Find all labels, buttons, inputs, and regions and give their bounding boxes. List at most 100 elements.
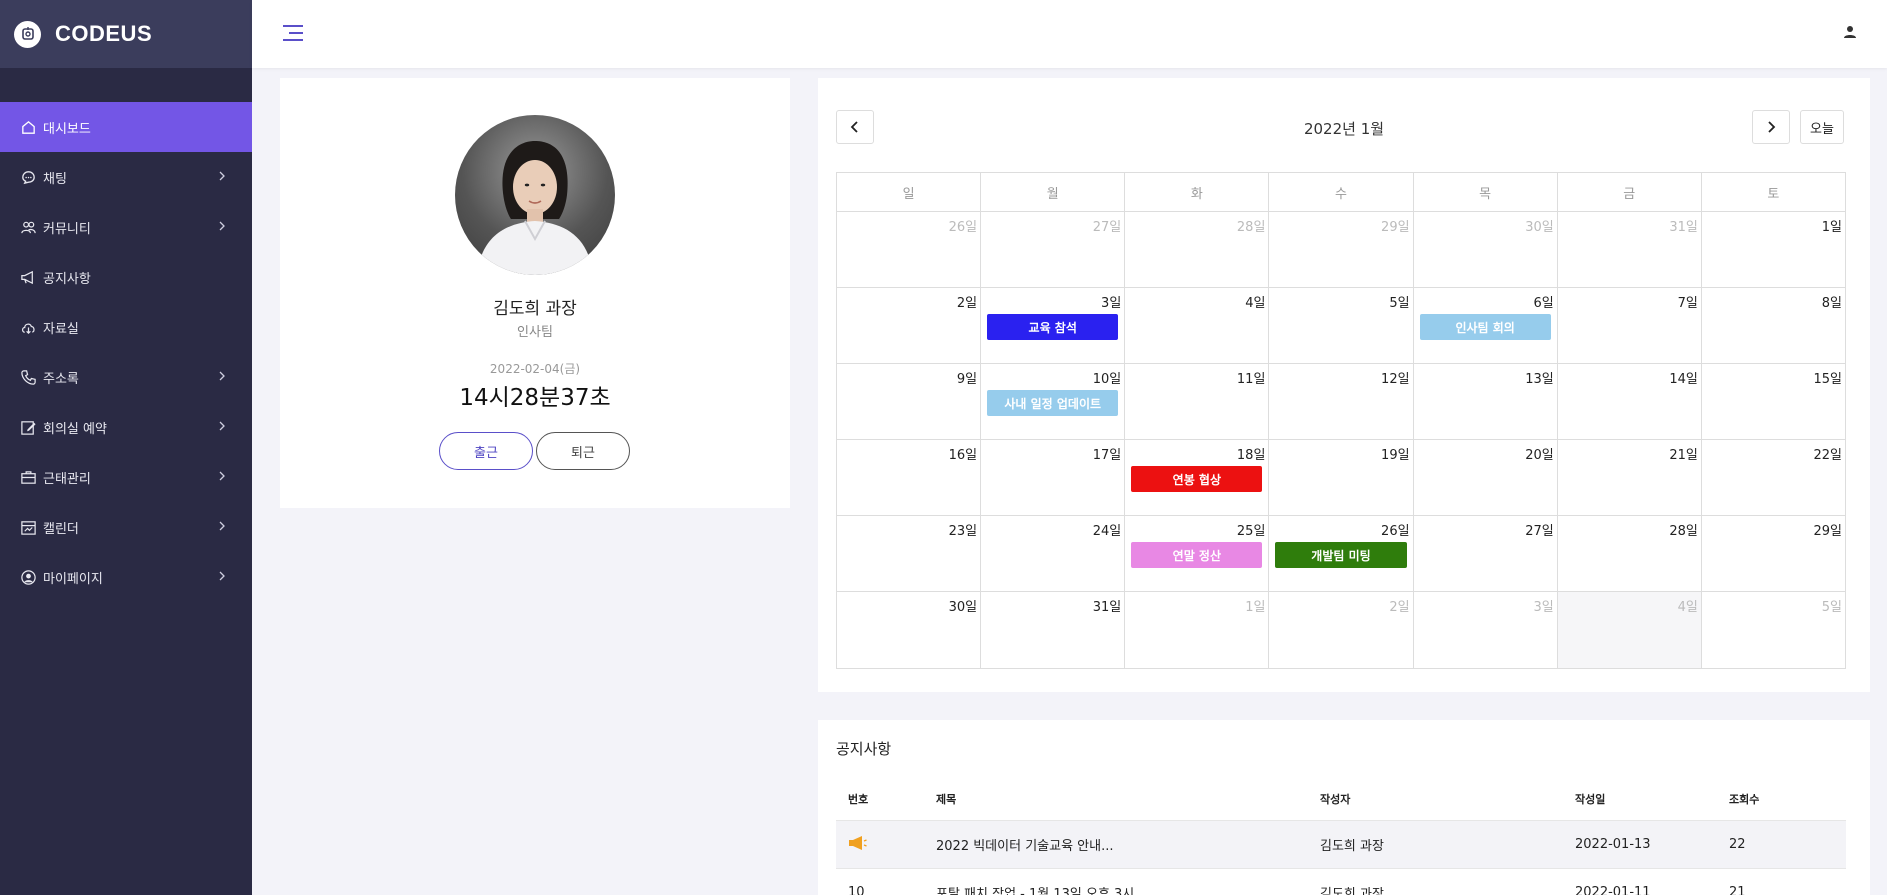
home-icon [19,118,37,136]
calendar-day-cell[interactable]: 30일 [1414,212,1558,287]
calendar-day-cell[interactable]: 28일 [1125,212,1270,287]
day-number: 20일 [1525,448,1554,463]
calendar-day-cell[interactable]: 2일 [837,288,982,363]
brand[interactable]: CODEUS [0,0,252,68]
calendar-day-cell[interactable]: 8일 [1702,288,1845,363]
calendar-day-cell[interactable]: 20일 [1414,440,1558,515]
calendar-event[interactable]: 교육 참석 [987,314,1119,340]
cell-views: 22 [1729,837,1746,852]
sidebar-item-2[interactable]: 커뮤니티 [0,202,252,252]
day-number: 2일 [1389,600,1410,615]
calendar-day-cell[interactable]: 4일 [1125,288,1270,363]
calendar-day-cell[interactable]: 26일 개발팀 미팅 [1269,516,1414,591]
calendar-day-cell[interactable]: 4일 [1557,592,1702,668]
calendar-day-cell[interactable]: 13일 [1414,364,1558,439]
today-button[interactable]: 오늘 [1800,110,1844,144]
profile-clock: 14시28분37초 [459,385,611,411]
calendar-day-cell[interactable]: 7일 [1558,288,1702,363]
calendar-week: 30일 31일 1일 2일 3일 4일 5일 [837,592,1845,668]
calendar-event[interactable]: 연말 정산 [1131,542,1263,568]
day-number: 29일 [1813,524,1842,539]
day-number: 21일 [1669,448,1698,463]
column-header-author: 작성자 [1320,793,1351,806]
calendar-event[interactable]: 인사팀 회의 [1419,314,1551,340]
calendar-day-cell[interactable]: 29일 [1702,516,1845,591]
calendar-day-cell[interactable]: 9일 [837,364,982,439]
day-number: 13일 [1525,372,1554,387]
calendar-day-cell[interactable]: 10일 사내 일정 업데이트 [981,364,1126,439]
calendar-card: 2022년 1월 오늘 일월화수목금 토 26일 27일 28일 29일 30일 31일 1일… [818,78,1870,692]
day-number: 12일 [1381,372,1410,387]
calendar-day-cell[interactable]: 12일 [1269,364,1414,439]
calendar-event[interactable]: 사내 일정 업데이트 [987,390,1119,416]
calendar-day-cell[interactable]: 11일 [1125,364,1270,439]
day-number: 2일 [956,296,978,311]
next-month-button[interactable] [1752,110,1790,144]
calendar-day-cell[interactable]: 15일 [1702,364,1845,439]
cell-title[interactable]: 2022 빅데이터 기술교육 안내... [936,835,1320,854]
calendar-day-cell[interactable]: 25일 연말 정산 [1125,516,1270,591]
sidebar-item-8[interactable]: 캘린더 [0,502,252,552]
sidebar-item-7[interactable]: 근태관리 [0,452,252,502]
calendar-day-cell[interactable]: 16일 [837,440,982,515]
day-number: 16일 [948,448,978,463]
sidebar-item-1[interactable]: 채팅 [0,152,252,202]
calendar-day-cell[interactable]: 18일 연봉 협상 [1125,440,1270,515]
calendar-day-cell[interactable]: 5일 [1702,592,1845,668]
user-icon[interactable] [1843,24,1857,38]
day-number: 28일 [1236,220,1266,235]
calendar-day-cell[interactable]: 1일 [1702,212,1845,287]
calendar-event[interactable]: 개발팀 미팅 [1275,542,1407,568]
calendar-day-cell[interactable]: 2일 [1269,592,1414,668]
weekday-label: 화 [1125,173,1270,211]
sidebar-item-label: 회의실 예약 [43,421,107,437]
calendar-week: 26일 27일 28일 29일 30일 31일 1일 [837,212,1845,288]
calendar-day-cell[interactable]: 3일 교육 참석 [981,288,1126,363]
calendar-day-cell[interactable]: 6일 인사팀 회의 [1414,288,1558,363]
calendar-day-cell[interactable]: 3일 [1414,592,1558,668]
calendar-day-cell[interactable]: 26일 [837,212,982,287]
sidebar-item-0[interactable]: 대시보드 [0,102,252,152]
sidebar-item-6[interactable]: 회의실 예약 [0,402,252,452]
day-number: 28일 [1669,524,1698,539]
calendar-day-cell[interactable]: 28일 [1558,516,1702,591]
chevron-right-icon [218,419,230,433]
calendar-day-cell[interactable]: 1일 [1125,592,1270,668]
hamburger-icon[interactable] [281,22,305,44]
calendar-day-cell[interactable]: 21일 [1558,440,1702,515]
calendar-day-cell[interactable]: 27일 [981,212,1126,287]
sidebar-item-4[interactable]: 자료실 [0,302,252,352]
chevron-right-icon [218,569,230,583]
sidebar-item-9[interactable]: 마이페이지 [0,552,252,602]
calendar-event[interactable]: 연봉 협상 [1131,466,1263,492]
day-number: 30일 [1525,220,1554,235]
day-number: 22일 [1813,448,1842,463]
calendar-day-cell[interactable]: 19일 [1269,440,1414,515]
calendar-day-cell[interactable]: 22일 [1702,440,1845,515]
notice-table-header: 번호 제목 작성자 작성일 조회수 [836,778,1846,820]
calendar-day-cell[interactable]: 24일 [981,516,1126,591]
calendar-day-cell[interactable]: 31일 [981,592,1126,668]
sidebar-item-label: 캘린더 [43,521,79,537]
column-header-no: 번호 [848,793,869,806]
calendar-day-cell[interactable]: 17일 [981,440,1126,515]
calendar-day-cell[interactable]: 29일 [1269,212,1414,287]
weekday-label: 금 [1558,173,1702,211]
calendar-day-cell[interactable]: 14일 [1558,364,1702,439]
notice-table: 번호 제목 작성자 작성일 조회수 2022 빅데이터 기술교육 안내... 김도… [836,778,1846,895]
calendar-day-cell[interactable]: 31일 [1558,212,1702,287]
day-number: 19일 [1381,448,1410,463]
table-row[interactable]: 2022 빅데이터 기술교육 안내... 김도희 과장 2022-01-13 22 [836,820,1846,868]
calendar-day-cell[interactable]: 23일 [837,516,982,591]
check-in-button[interactable]: 출근 [439,432,533,470]
day-number: 1일 [1245,600,1266,615]
table-row[interactable]: 10 포탈 패치 작업 - 1월 13일 오후 3시... 김도희 과장 2022-0… [836,868,1846,895]
day-number: 11일 [1236,372,1266,387]
sidebar-item-5[interactable]: 주소록 [0,352,252,402]
cell-title[interactable]: 포탈 패치 작업 - 1월 13일 오후 3시... [936,883,1320,895]
check-out-button[interactable]: 퇴근 [536,432,630,470]
sidebar-item-3[interactable]: 공지사항 [0,252,252,302]
calendar-day-cell[interactable]: 27일 [1414,516,1558,591]
calendar-day-cell[interactable]: 30일 [837,592,982,668]
calendar-day-cell[interactable]: 5일 [1269,288,1414,363]
